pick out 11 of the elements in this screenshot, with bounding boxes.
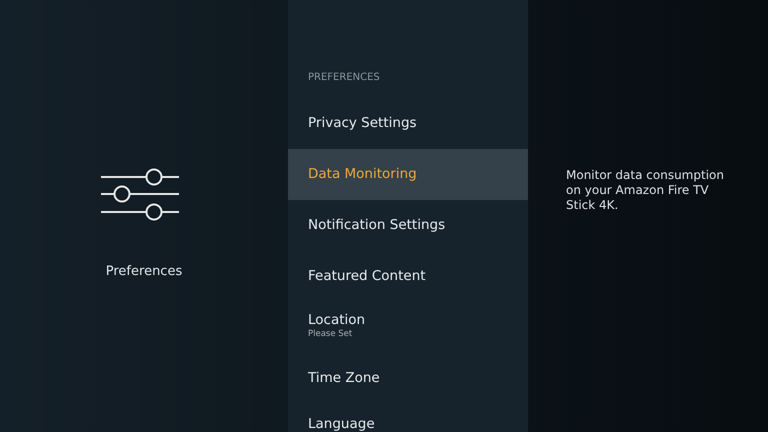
menu-item[interactable]: Language — [288, 404, 528, 432]
menu-item[interactable]: Location Please Set — [288, 302, 528, 353]
menu-item[interactable]: Featured Content — [288, 251, 528, 302]
menu-item[interactable]: Data Monitoring — [288, 149, 528, 200]
menu-item[interactable]: Notification Settings — [288, 200, 528, 251]
panel-title: Preferences — [106, 263, 182, 281]
menu-item[interactable]: Privacy Settings — [288, 98, 528, 149]
description-text: Monitor data consumption on your Amazon Fire TV Stick 4K. — [566, 168, 725, 213]
menu-item[interactable]: Time Zone — [288, 353, 528, 404]
section-header: PREFERENCES — [308, 71, 381, 84]
item-subtitle: Please Set — [308, 328, 354, 340]
